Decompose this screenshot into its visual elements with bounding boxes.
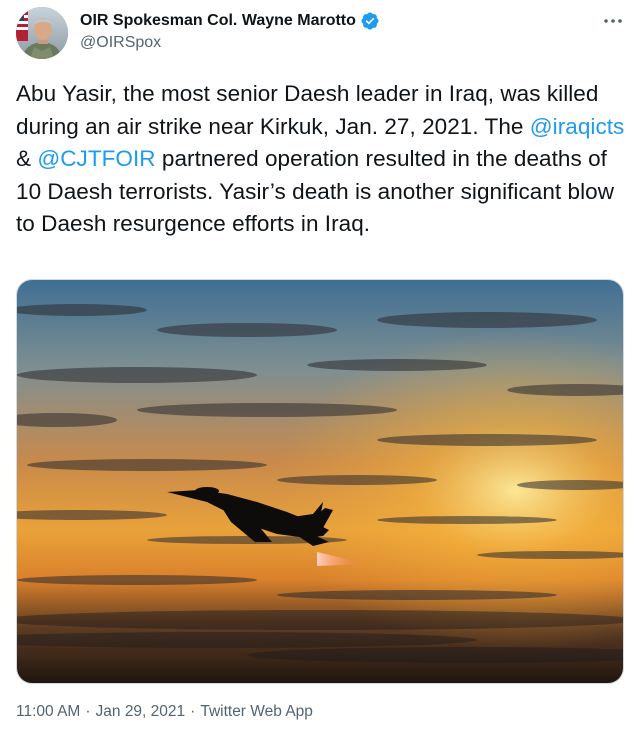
tweet-text-part: & [16, 146, 38, 171]
fighter-jet-sunset-photo [17, 280, 623, 683]
tweet-metadata: 11:00 AM · Jan 29, 2021 · Twitter Web Ap… [16, 703, 313, 721]
tweet-date[interactable]: Jan 29, 2021 [96, 703, 186, 721]
display-name[interactable]: OIR Spokesman Col. Wayne Marotto [80, 12, 356, 30]
mention-link[interactable]: @iraqicts [530, 114, 625, 139]
meta-separator: · [85, 703, 91, 720]
meta-separator: · [190, 703, 196, 720]
tweet-text: Abu Yasir, the most senior Daesh leader … [16, 78, 626, 241]
tweet-time[interactable]: 11:00 AM [16, 703, 80, 721]
author-info: OIR Spokesman Col. Wayne Marotto @OIRSpo… [80, 10, 380, 52]
user-handle[interactable]: @OIRSpox [80, 34, 380, 52]
profile-avatar[interactable] [16, 7, 68, 59]
more-horizontal-icon [604, 19, 622, 23]
tweet-text-part: Abu Yasir, the most senior Daesh leader … [16, 81, 599, 139]
more-options-button[interactable] [600, 12, 626, 30]
name-row: OIR Spokesman Col. Wayne Marotto [80, 10, 380, 32]
tweet-media-image[interactable] [16, 279, 624, 684]
mention-link[interactable]: @CJTFOIR [37, 146, 155, 171]
verified-badge-icon [360, 11, 380, 31]
tweet-source[interactable]: Twitter Web App [200, 703, 313, 721]
tweet-card: OIR Spokesman Col. Wayne Marotto @OIRSpo… [0, 0, 640, 742]
